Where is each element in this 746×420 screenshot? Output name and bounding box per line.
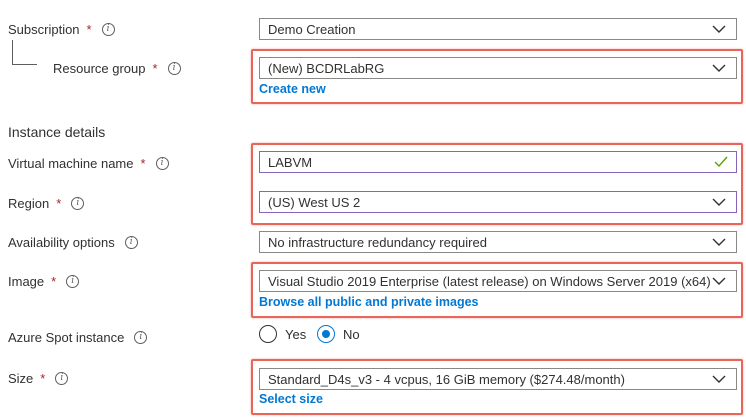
resource-group-label-text: Resource group	[53, 61, 146, 76]
instance-details-heading: Instance details	[8, 124, 106, 140]
chevron-down-icon	[712, 238, 726, 246]
required-marker: *	[140, 156, 146, 171]
size-label: Size * i	[8, 371, 69, 386]
spot-yes-label: Yes	[285, 326, 307, 342]
availability-label: Availability options i	[8, 235, 138, 250]
image-label-text: Image	[8, 274, 45, 289]
highlight-box	[251, 359, 743, 415]
spot-no-radio[interactable]: No	[317, 325, 360, 343]
tree-connector	[12, 40, 37, 65]
info-icon[interactable]: i	[101, 23, 115, 36]
region-label: Region * i	[8, 196, 85, 211]
info-icon[interactable]: i	[71, 197, 85, 210]
spot-yes-radio[interactable]: Yes	[259, 325, 306, 343]
required-marker: *	[56, 196, 62, 211]
info-icon[interactable]: i	[124, 236, 138, 249]
subscription-label-text: Subscription	[8, 22, 80, 37]
availability-label-text: Availability options	[8, 235, 115, 250]
info-icon[interactable]: i	[155, 157, 169, 170]
spot-label-text: Azure Spot instance	[8, 330, 125, 345]
image-label: Image * i	[8, 274, 80, 289]
info-icon[interactable]: i	[167, 62, 181, 75]
highlight-box	[251, 49, 743, 104]
availability-select[interactable]: No infrastructure redundancy required	[259, 231, 737, 253]
subscription-select[interactable]: Demo Creation	[259, 18, 737, 40]
subscription-value: Demo Creation	[268, 21, 356, 37]
chevron-down-icon	[712, 25, 726, 33]
subscription-label: Subscription * i	[8, 22, 115, 37]
region-label-text: Region	[8, 196, 50, 211]
required-marker: *	[51, 274, 57, 289]
highlight-box	[251, 262, 743, 318]
availability-value: No infrastructure redundancy required	[268, 234, 487, 250]
info-icon[interactable]: i	[66, 275, 80, 288]
vm-name-label-text: Virtual machine name	[8, 156, 134, 171]
spot-label: Azure Spot instance i	[8, 330, 148, 345]
spot-no-label: No	[343, 326, 360, 342]
info-icon[interactable]: i	[134, 331, 148, 344]
radio-unselected-icon	[259, 325, 277, 343]
radio-selected-icon	[317, 325, 335, 343]
required-marker: *	[40, 371, 46, 386]
vm-name-label: Virtual machine name * i	[8, 156, 169, 171]
size-label-text: Size	[8, 371, 34, 386]
highlight-box	[251, 143, 743, 225]
required-marker: *	[86, 22, 92, 37]
required-marker: *	[152, 61, 158, 76]
resource-group-label: Resource group * i	[53, 61, 181, 76]
info-icon[interactable]: i	[55, 372, 69, 385]
